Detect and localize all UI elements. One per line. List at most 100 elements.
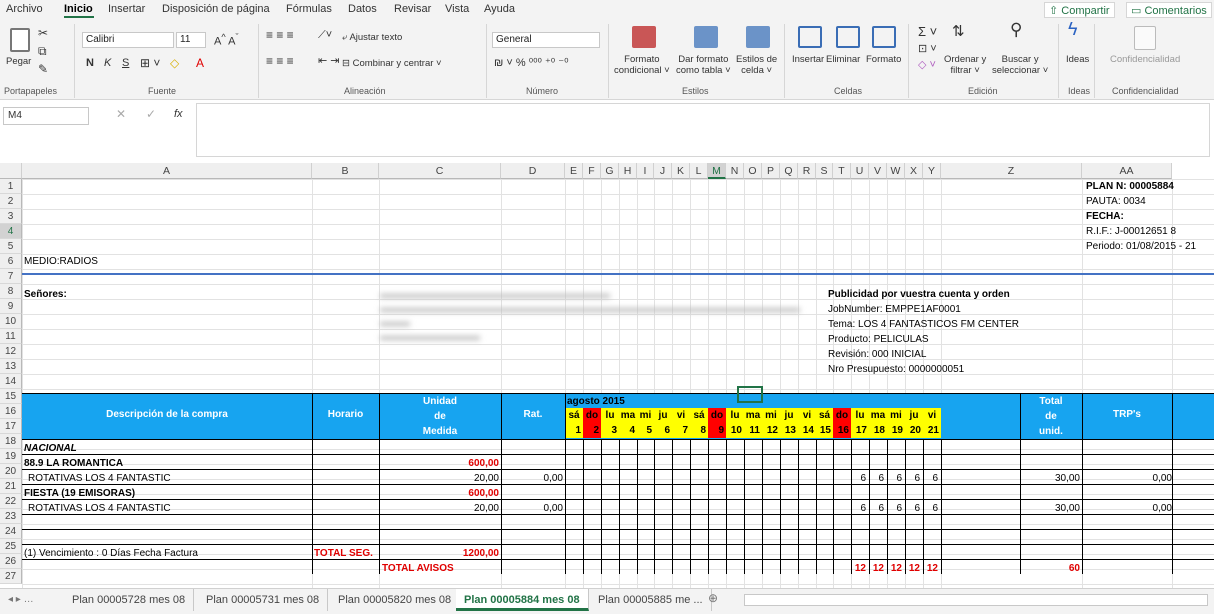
column-header-d[interactable]: D [501,163,565,179]
column-header-n[interactable]: N [726,163,744,179]
find-select-icon[interactable]: ⚲ [1010,21,1022,38]
row-header-3[interactable]: 3 [0,209,22,224]
italic-button[interactable]: K [104,58,111,69]
cell-styles-label[interactable]: Estilos de celda ˅ [736,54,777,76]
insert-cells-icon[interactable] [798,26,822,48]
column-header-f[interactable]: F [583,163,601,179]
column-header-r[interactable]: R [798,163,816,179]
column-header-i[interactable]: I [637,163,654,179]
menu-formulas[interactable]: Fórmulas [286,3,332,15]
sheet-tab[interactable]: Plan 00005731 mes 08 [198,589,329,611]
as-table-label[interactable]: Dar formato como tabla ˅ [676,54,731,76]
currency-icon[interactable]: ₪ ˅ % ⁰⁰⁰ ⁺⁰ ⁻⁰ [494,58,569,69]
column-header-u[interactable]: U [851,163,869,179]
grow-font-icon[interactable]: A^ Aˇ [214,32,239,48]
row-header-11[interactable]: 11 [0,329,22,344]
borders-icon[interactable]: ⊞ ˅ [140,57,160,69]
formula-input[interactable] [196,103,1210,157]
delete-cells-icon[interactable] [836,26,860,48]
column-header-h[interactable]: H [619,163,637,179]
menu-archivo[interactable]: Archivo [6,3,43,15]
format-as-table-icon[interactable] [694,26,718,48]
share-button[interactable]: ⇧ Compartir [1044,2,1115,18]
column-header-b[interactable]: B [312,163,379,179]
sheet-tab[interactable]: Plan 00005885 me ... [590,589,712,611]
column-header-p[interactable]: P [762,163,780,179]
conditional-format-icon[interactable] [632,26,656,48]
sheet-tab-active[interactable]: Plan 00005884 mes 08 [456,589,589,611]
row-header-22[interactable]: 22 [0,494,22,509]
selected-cell[interactable] [737,386,763,403]
merge-center-button[interactable]: ⊟ Combinar y centrar ˅ [342,58,442,69]
column-header-o[interactable]: O [744,163,762,179]
sort-filter-icon[interactable]: ⇅ [952,24,965,39]
align-left-icon[interactable]: ≡ ≡ ≡ [266,55,294,67]
name-box[interactable]: M4 [3,107,89,125]
scroll-tabs-icon[interactable]: ◂ ▸ … [8,594,34,605]
column-header-x[interactable]: X [905,163,923,179]
fill-icon[interactable]: ⊡ ˅ [918,44,937,55]
row-header-27[interactable]: 27 [0,569,22,584]
wrap-text-button[interactable]: ⤶ Ajustar texto [342,32,402,43]
row-header-6[interactable]: 6 [0,254,22,269]
menu-vista[interactable]: Vista [445,3,469,15]
row-header-26[interactable]: 26 [0,554,22,569]
column-header-l[interactable]: L [690,163,708,179]
row-header-2[interactable]: 2 [0,194,22,209]
row-header-16[interactable]: 16 [0,404,22,419]
select-all-corner[interactable] [0,163,22,179]
sheet-tab[interactable]: Plan 00005820 mes 08 [330,589,461,611]
horizontal-scrollbar[interactable] [744,594,1208,606]
menu-insertar[interactable]: Insertar [108,3,145,15]
insert-label[interactable]: Insertar [792,54,824,65]
autosum-icon[interactable]: Σ ˅ [918,25,937,38]
row-header-8[interactable]: 8 [0,284,22,299]
copy-icon[interactable]: ⧉ [38,45,47,57]
row-header-7[interactable]: 7 [0,269,22,284]
align-top-icon[interactable]: ≡ ≡ ≡ [266,29,294,41]
comments-button[interactable]: ▭ Comentarios [1126,2,1212,18]
row-header-9[interactable]: 9 [0,299,22,314]
column-header-aa[interactable]: AA [1082,163,1172,179]
cell-styles-icon[interactable] [746,26,770,48]
row-header-20[interactable]: 20 [0,464,22,479]
font-color-icon[interactable]: A [196,57,204,69]
ideas-icon[interactable]: ϟ [1068,20,1078,38]
find-select-label[interactable]: Buscar y seleccionar ˅ [992,54,1048,76]
confidentiality-icon[interactable] [1134,26,1156,50]
column-header-v[interactable]: V [869,163,887,179]
column-header-q[interactable]: Q [780,163,798,179]
paste-icon[interactable] [10,28,30,52]
row-header-1[interactable]: 1 [0,179,22,194]
row-header-19[interactable]: 19 [0,449,22,464]
column-header-s[interactable]: S [816,163,833,179]
row-header-5[interactable]: 5 [0,239,22,254]
spreadsheet-grid[interactable]: A B C D E F G H I J K L M N O P Q R S T U V W X Y Z AA 1 2 3 4 5 6 7 8 9 10… [0,163,1214,589]
clear-icon[interactable]: ◇ ˅ [918,60,936,71]
column-header-z[interactable]: Z [941,163,1082,179]
column-header-t[interactable]: T [833,163,851,179]
menu-datos[interactable]: Datos [348,3,377,15]
menu-disposicion[interactable]: Disposición de página [162,3,270,15]
confidentiality-label[interactable]: Confidencialidad [1110,54,1180,65]
sort-filter-label[interactable]: Ordenar y filtrar ˅ [944,54,986,76]
row-header-21[interactable]: 21 [0,479,22,494]
bold-button[interactable]: N [86,58,94,69]
row-header-14[interactable]: 14 [0,374,22,389]
enter-icon[interactable]: ✓ [146,108,156,120]
column-header-w[interactable]: W [887,163,905,179]
orientation-icon[interactable]: ⟋˅ [318,30,332,41]
row-header-25[interactable]: 25 [0,539,22,554]
column-header-a[interactable]: A [22,163,312,179]
menu-inicio[interactable]: Inicio [64,3,93,15]
indent-icon[interactable]: ⇤ ⇥ [318,56,340,67]
row-header-18[interactable]: 18 [0,434,22,449]
row-header-24[interactable]: 24 [0,524,22,539]
sheet-tab[interactable]: Plan 00005728 mes 08 [64,589,195,611]
row-header-15[interactable]: 15 [0,389,22,404]
fx-icon[interactable]: fx [174,109,183,120]
row-header-17[interactable]: 17 [0,419,22,434]
format-cells-icon[interactable] [872,26,896,48]
column-header-c[interactable]: C [379,163,501,179]
column-header-g[interactable]: G [601,163,619,179]
